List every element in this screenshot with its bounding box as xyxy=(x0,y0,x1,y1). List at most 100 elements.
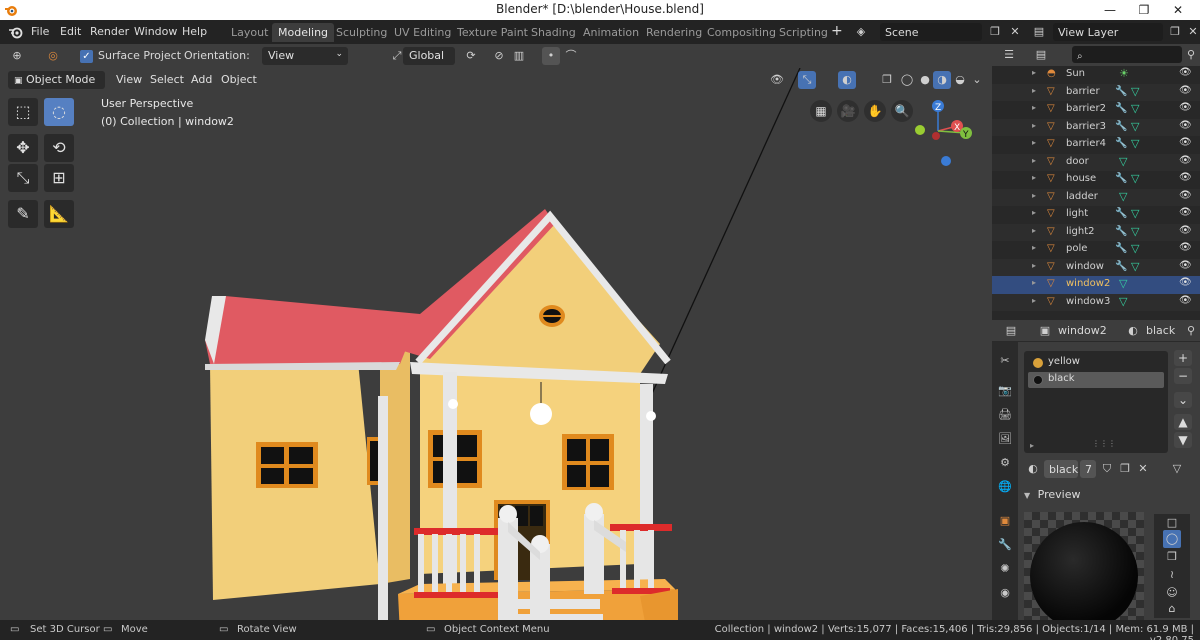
tab-rendering[interactable]: Rendering xyxy=(640,23,708,42)
wrench-icon[interactable]: 🔧 xyxy=(1115,243,1127,254)
remove-slot-button[interactable]: − xyxy=(1174,368,1192,384)
expand-arrow-icon[interactable]: ▸ xyxy=(1032,68,1036,77)
outliner-item[interactable]: ▸ ▽ barrier3 🔧 ▽ 👁 xyxy=(992,118,1200,136)
outliner-search-input[interactable]: ⌕ xyxy=(1072,46,1182,63)
filter-icon[interactable]: ⚲ xyxy=(1182,46,1200,64)
transform-tool[interactable]: ⊞ xyxy=(44,164,74,192)
menu-render[interactable]: Render xyxy=(90,25,129,38)
cursor-tool-icon[interactable]: ◎ xyxy=(44,47,62,65)
mesh-data-icon[interactable]: ▽ xyxy=(1119,190,1127,203)
outliner-item-name[interactable]: ladder xyxy=(1066,191,1098,202)
move-tool[interactable]: ✥ xyxy=(8,134,38,162)
eye-icon[interactable]: 👁 xyxy=(1179,242,1192,253)
annotate-tool[interactable]: ✎ xyxy=(8,200,38,228)
eye-icon[interactable]: 👁 xyxy=(1179,85,1192,96)
tab-scripting[interactable]: Scripting xyxy=(773,23,834,42)
outliner-item[interactable]: ▸ ▽ door ▽ 👁 xyxy=(992,153,1200,171)
expand-arrow-icon[interactable]: ▸ xyxy=(1032,138,1036,147)
eye-icon[interactable]: 👁 xyxy=(1179,190,1192,201)
blender-menu-icon[interactable] xyxy=(8,25,23,39)
mesh-data-icon[interactable]: ▽ xyxy=(1131,260,1139,273)
new-scene-icon[interactable]: ❐ xyxy=(986,23,1004,41)
wrench-icon[interactable]: 🔧 xyxy=(1115,86,1127,97)
tab-animation[interactable]: Animation xyxy=(577,23,645,42)
expand-arrow-icon[interactable]: ▸ xyxy=(1032,208,1036,217)
material-preview-icon[interactable]: ◑ xyxy=(933,71,951,89)
eye-icon[interactable]: 👁 xyxy=(1179,67,1192,78)
menu-select[interactable]: Select xyxy=(144,71,190,89)
new-view-layer-icon[interactable]: ❐ xyxy=(1166,23,1184,41)
tab-sculpting[interactable]: Sculpting xyxy=(330,23,393,42)
menu-file[interactable]: File xyxy=(31,25,49,38)
outliner-item-name[interactable]: barrier xyxy=(1066,86,1100,97)
menu-window[interactable]: Window xyxy=(134,25,177,38)
outliner-item-name[interactable]: light2 xyxy=(1066,226,1095,237)
output-tab-icon[interactable]: 🖨 xyxy=(996,406,1014,424)
material-slot[interactable]: black xyxy=(1028,372,1164,388)
object-tab-icon[interactable]: ▣ xyxy=(996,512,1014,530)
solid-shading-icon[interactable]: ● xyxy=(916,71,934,89)
view-layer-tab-icon[interactable]: 🖼 xyxy=(996,430,1014,448)
properties-editor-icon[interactable]: ▤ xyxy=(1002,322,1020,340)
eye-icon[interactable]: 👁 xyxy=(1179,102,1192,113)
outliner-item-name[interactable]: window3 xyxy=(1066,296,1110,307)
menu-add[interactable]: Add xyxy=(185,71,218,89)
minimize-button[interactable]: — xyxy=(1097,0,1123,20)
outliner-item-name[interactable]: barrier4 xyxy=(1066,138,1106,149)
material-name-field[interactable]: black xyxy=(1044,460,1078,478)
expand-arrow-icon[interactable]: ▸ xyxy=(1032,243,1036,252)
outliner-item-name[interactable]: window xyxy=(1066,261,1104,272)
world-tab-icon[interactable]: 🌐 xyxy=(996,478,1014,496)
material-browse-icon[interactable]: ◐ xyxy=(1024,460,1042,478)
expand-arrow-icon[interactable]: ▸ xyxy=(1032,86,1036,95)
outliner-item[interactable]: ▸ ▽ barrier 🔧 ▽ 👁 xyxy=(992,83,1200,101)
gizmo-toggle-icon[interactable]: ⤡ xyxy=(798,71,816,89)
cube-preview-icon[interactable]: ❒ xyxy=(1163,548,1181,566)
visibility-icon[interactable]: 👁 xyxy=(768,71,786,89)
wrench-icon[interactable]: 🔧 xyxy=(1115,208,1127,219)
resize-handle-icon[interactable]: ⋮⋮⋮ xyxy=(1092,439,1116,448)
wrench-icon[interactable]: 🔧 xyxy=(1115,261,1127,272)
fake-user-icon[interactable]: ⛉ xyxy=(1098,460,1116,478)
falloff-icon[interactable]: ⌒ xyxy=(562,47,580,65)
camera-view-icon[interactable]: 🎥 xyxy=(837,100,859,122)
outliner-item-name[interactable]: door xyxy=(1066,156,1089,167)
outliner-item[interactable]: ▸ ▽ ladder ▽ 👁 xyxy=(992,188,1200,206)
eye-icon[interactable]: 👁 xyxy=(1179,225,1192,236)
expand-arrow-icon[interactable]: ▸ xyxy=(1032,191,1036,200)
outliner-item[interactable]: ▸ ▽ pole 🔧 ▽ 👁 xyxy=(992,241,1200,259)
wireframe-shading-icon[interactable]: ◯ xyxy=(898,71,916,89)
link-mode-icon[interactable]: ▽ xyxy=(1168,460,1186,478)
outliner-item-name[interactable]: light xyxy=(1066,208,1088,219)
orientation-dropdown[interactable]: View ⌄ xyxy=(262,47,348,65)
mesh-data-icon[interactable]: ▽ xyxy=(1119,277,1127,290)
outliner-item[interactable]: ▸ ▽ window3 ▽ 👁 xyxy=(992,293,1200,311)
expand-arrow-icon[interactable]: ▸ xyxy=(1032,296,1036,305)
mode-dropdown[interactable]: ▣ Object Mode xyxy=(8,71,105,89)
proportional-edit-icon[interactable]: • xyxy=(542,47,560,65)
preview-panel-header[interactable]: ▼ Preview xyxy=(1024,488,1194,506)
material-slot[interactable]: yellow xyxy=(1028,355,1164,371)
add-slot-button[interactable]: + xyxy=(1174,350,1192,366)
eye-icon[interactable]: 👁 xyxy=(1179,260,1192,271)
scene-icon[interactable]: ◈ xyxy=(852,23,870,41)
eye-icon[interactable]: 👁 xyxy=(1179,155,1192,166)
sun-data-icon[interactable]: ☀ xyxy=(1119,67,1129,80)
tab-layout[interactable]: Layout xyxy=(225,23,274,42)
mesh-data-icon[interactable]: ▽ xyxy=(1131,172,1139,185)
scale-tool[interactable]: ⤡ xyxy=(8,164,38,192)
mesh-data-icon[interactable]: ▽ xyxy=(1119,155,1127,168)
material-user-count[interactable]: 7 xyxy=(1080,460,1096,478)
mesh-data-icon[interactable]: ▽ xyxy=(1131,137,1139,150)
view-layer-selector[interactable]: View Layer xyxy=(1053,23,1163,41)
eye-icon[interactable]: 👁 xyxy=(1179,295,1192,306)
move-slot-down-button[interactable]: ▼ xyxy=(1174,432,1192,448)
outliner-item-name[interactable]: house xyxy=(1066,173,1096,184)
outliner-item-name[interactable]: Sun xyxy=(1066,68,1085,79)
eye-icon[interactable]: 👁 xyxy=(1179,120,1192,131)
unlink-material-icon[interactable]: ✕ xyxy=(1134,460,1152,478)
tool-tab-icon[interactable]: ✂ xyxy=(996,352,1014,370)
perspective-toggle-icon[interactable]: ▦ xyxy=(810,100,832,122)
hair-preview-icon[interactable]: ≀ xyxy=(1163,566,1181,584)
eye-icon[interactable]: 👁 xyxy=(1179,137,1192,148)
